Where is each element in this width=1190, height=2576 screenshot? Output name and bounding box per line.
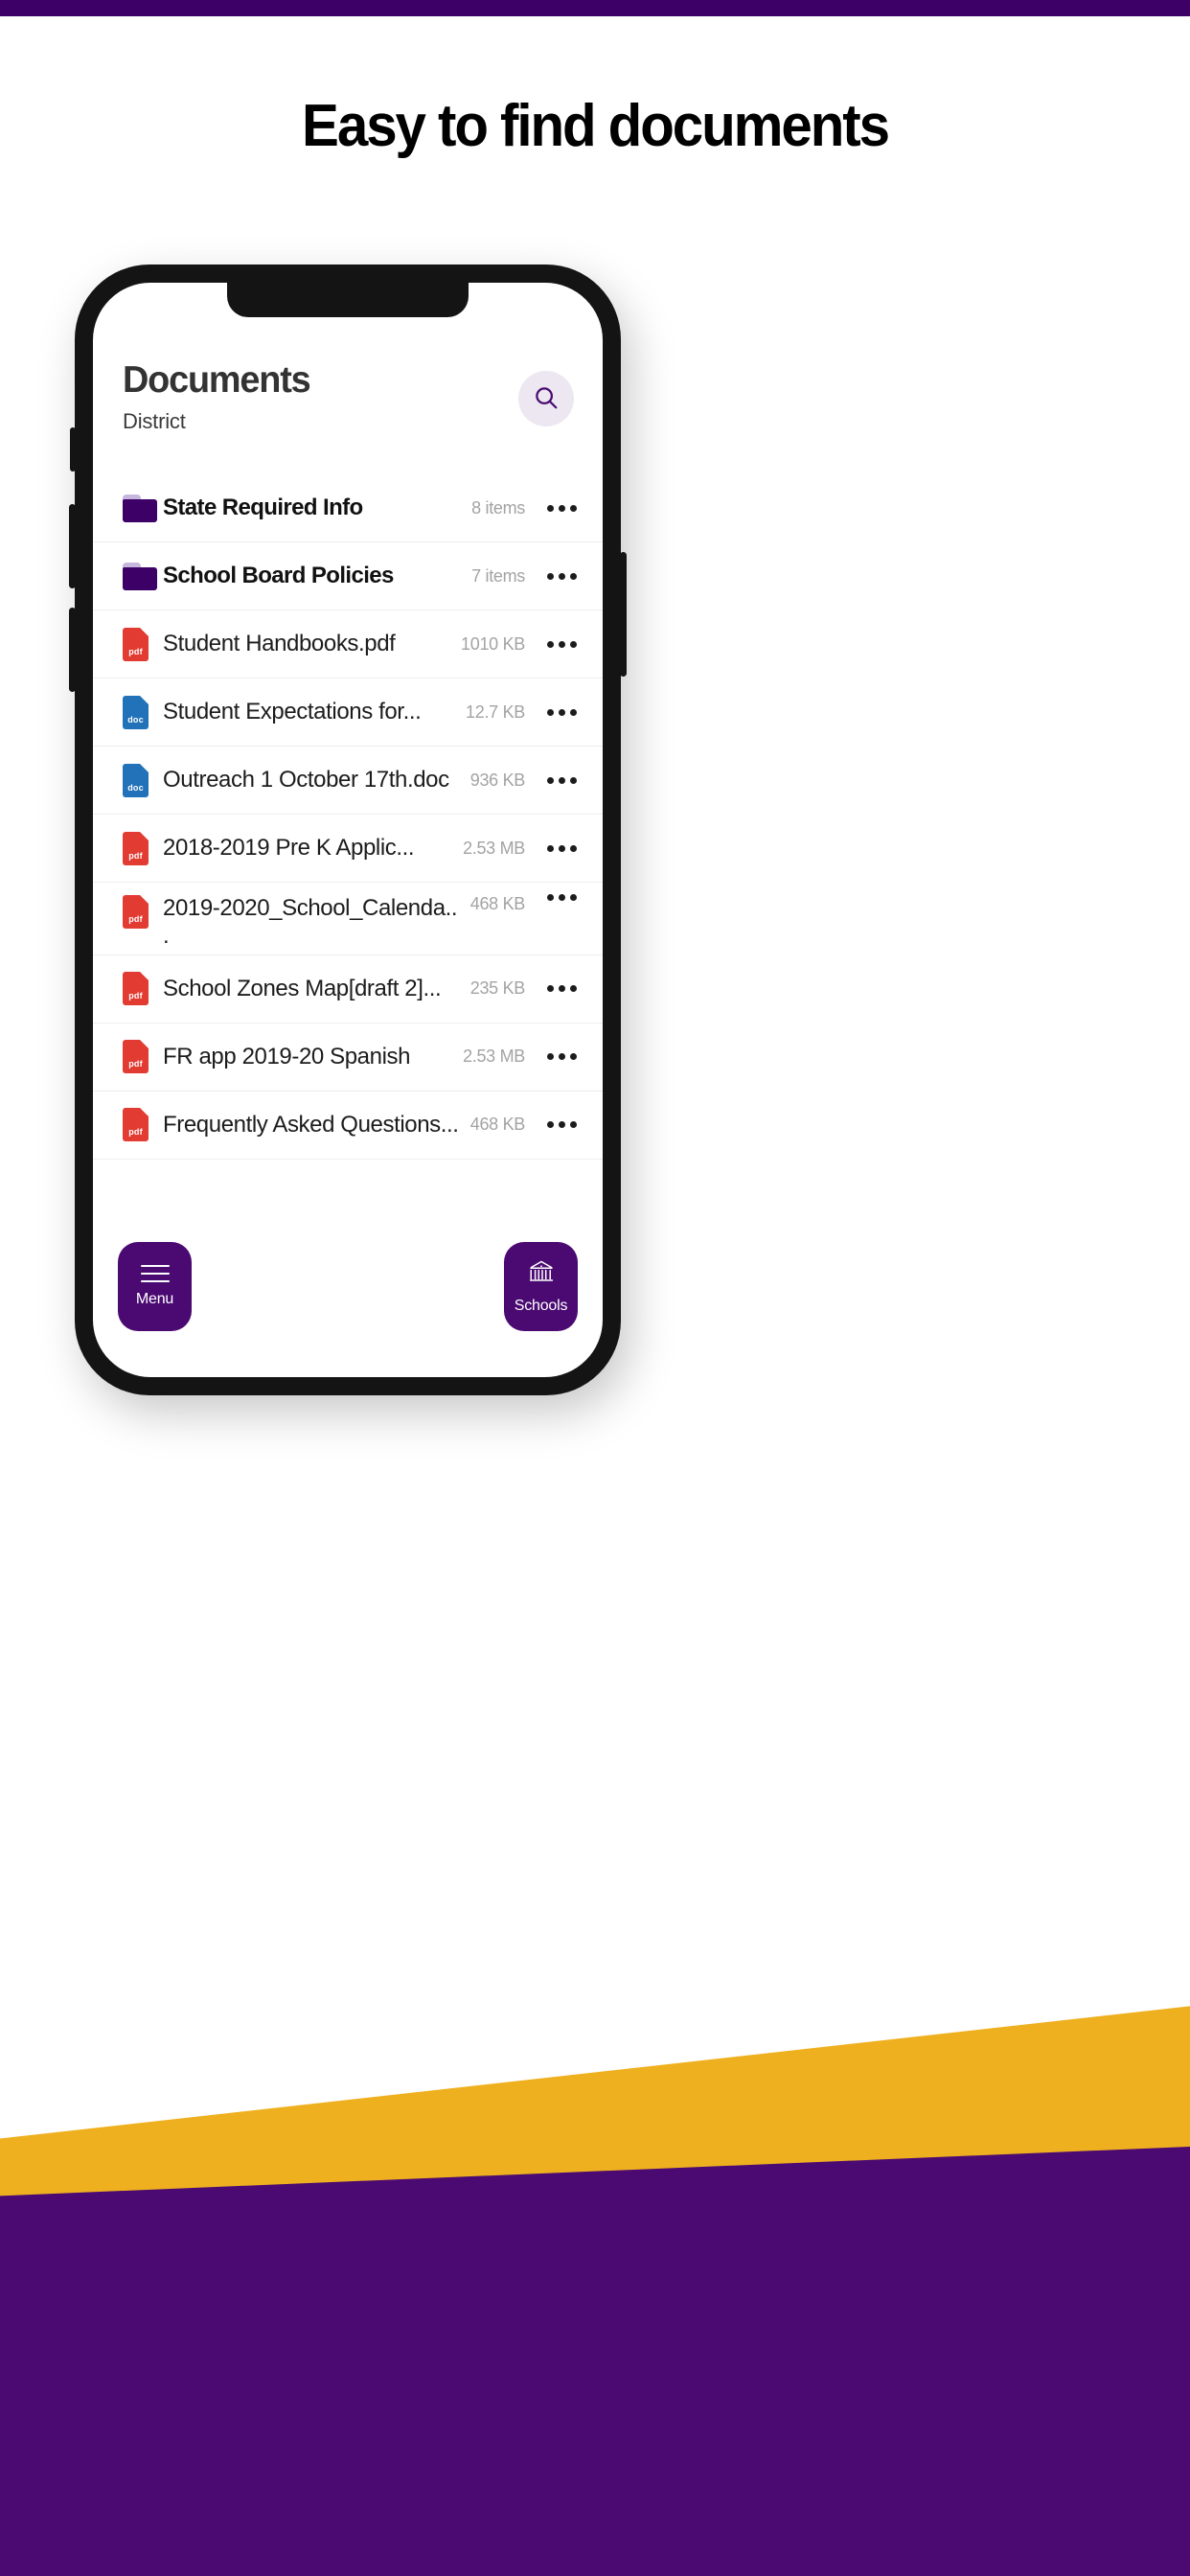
file-name: Student Handbooks.pdf	[163, 631, 396, 657]
row-content: School Board Policies 7 items	[123, 542, 577, 610]
file-size: 468 KB	[469, 894, 526, 913]
phone-screen: Documents District State Required Info 8 …	[93, 283, 603, 1377]
file-row[interactable]: pdf Frequently Asked Questions... 468 KB	[93, 1092, 603, 1160]
phone-mockup: Documents District State Required Info 8 …	[69, 264, 627, 1395]
documents-list[interactable]: State Required Info 8 items School Board P…	[93, 474, 603, 1160]
menu-button[interactable]: Menu	[118, 1242, 192, 1331]
folder-name: State Required Info	[163, 494, 363, 521]
row-content: doc Student Expectations for... 12.7 KB	[123, 678, 577, 746]
row-icon-slot	[123, 562, 163, 590]
more-options-icon[interactable]	[538, 708, 577, 716]
schools-button[interactable]: Schools	[504, 1242, 578, 1331]
pdf-file-icon: pdf	[123, 895, 149, 929]
power-button	[620, 552, 627, 677]
file-name: Outreach 1 October 17th.doc	[163, 767, 449, 794]
header-titles: Documents District	[123, 357, 316, 434]
file-row[interactable]: pdf FR app 2019-20 Spanish 2.53 MB	[93, 1024, 603, 1092]
row-icon-slot: pdf	[123, 894, 163, 929]
doc-file-icon: doc	[123, 763, 149, 797]
search-button[interactable]	[518, 371, 574, 426]
row-content: pdf 2018-2019 Pre K Applic... 2.53 MB	[123, 815, 577, 882]
file-size: 2.53 MB	[463, 1046, 525, 1067]
pdf-file-icon: pdf	[123, 1040, 149, 1074]
phone-notch	[227, 283, 469, 317]
row-icon-slot: pdf	[123, 972, 163, 1006]
file-name: Frequently Asked Questions...	[163, 1111, 459, 1138]
file-row[interactable]: pdf School Zones Map[draft 2]... 235 KB	[93, 955, 603, 1024]
file-row[interactable]: pdf 2018-2019 Pre K Applic... 2.53 MB	[93, 815, 603, 883]
file-size: 1010 KB	[461, 633, 525, 654]
row-content: doc Outreach 1 October 17th.doc 936 KB	[123, 747, 577, 814]
hamburger-menu-icon	[140, 1265, 170, 1282]
folder-row[interactable]: School Board Policies 7 items	[93, 542, 603, 610]
pdf-file-icon: pdf	[123, 1108, 149, 1142]
folder-icon	[123, 562, 157, 590]
row-content: pdf FR app 2019-20 Spanish 2.53 MB	[123, 1024, 577, 1091]
row-icon-slot: pdf	[123, 627, 163, 661]
file-size: 12.7 KB	[466, 702, 525, 722]
background-purple-shape	[0, 2126, 1190, 2576]
more-options-icon[interactable]	[538, 1121, 577, 1129]
row-content: pdf Frequently Asked Questions... 468 KB	[123, 1092, 577, 1159]
more-options-icon[interactable]	[538, 776, 577, 784]
documents-app: Documents District State Required Info 8 …	[93, 283, 603, 1377]
row-icon-slot: doc	[123, 763, 163, 797]
file-row[interactable]: pdf 2019-2020_School_Calenda... 468 KB	[93, 883, 603, 955]
file-name: 2019-2020_School_Calenda...	[163, 895, 458, 950]
more-options-icon[interactable]	[538, 894, 577, 901]
file-size: 2.53 MB	[463, 838, 525, 858]
file-name: 2018-2019 Pre K Applic...	[163, 835, 415, 862]
volume-up-button	[69, 504, 76, 588]
file-size: 468 KB	[469, 1115, 526, 1135]
item-count: 7 items	[471, 565, 525, 586]
volume-down-button	[69, 608, 76, 692]
page-title: Documents	[123, 359, 311, 401]
file-size: 936 KB	[469, 770, 526, 790]
file-row[interactable]: pdf Student Handbooks.pdf 1010 KB	[93, 610, 603, 678]
folder-name: School Board Policies	[163, 563, 394, 589]
more-options-icon[interactable]	[538, 572, 577, 580]
top-accent-bar	[0, 0, 1190, 16]
row-icon-slot: pdf	[123, 1040, 163, 1074]
folder-icon	[123, 494, 157, 522]
pdf-file-icon: pdf	[123, 972, 149, 1006]
more-options-icon[interactable]	[538, 504, 577, 512]
pdf-file-icon: pdf	[123, 831, 149, 865]
row-icon-slot: pdf	[123, 1108, 163, 1142]
item-count: 8 items	[471, 497, 525, 518]
file-name: Student Expectations for...	[163, 699, 422, 725]
more-options-icon[interactable]	[538, 1053, 577, 1061]
row-content: pdf 2019-2020_School_Calenda... 468 KB	[123, 883, 577, 954]
file-name-overflow: .	[163, 923, 170, 950]
pdf-file-icon: pdf	[123, 627, 149, 661]
bottom-navigation: Menu Schools	[93, 1242, 603, 1331]
doc-file-icon: doc	[123, 695, 149, 729]
page-subtitle: District	[123, 409, 186, 433]
schools-button-label: Schools	[514, 1297, 568, 1314]
row-content: pdf Student Handbooks.pdf 1010 KB	[123, 610, 577, 678]
row-icon-slot: pdf	[123, 831, 163, 865]
row-icon-slot: doc	[123, 695, 163, 729]
school-building-icon	[527, 1259, 556, 1289]
file-row[interactable]: doc Student Expectations for... 12.7 KB	[93, 678, 603, 747]
more-options-icon[interactable]	[538, 844, 577, 852]
more-options-icon[interactable]	[538, 985, 577, 993]
menu-button-label: Menu	[135, 1291, 174, 1307]
row-content: pdf School Zones Map[draft 2]... 235 KB	[123, 955, 577, 1023]
more-options-icon[interactable]	[538, 640, 577, 648]
file-name: FR app 2019-20 Spanish	[163, 1043, 411, 1070]
mute-switch	[70, 427, 76, 472]
search-icon	[532, 383, 561, 415]
file-name: School Zones Map[draft 2]...	[163, 975, 442, 1001]
promo-headline: Easy to find documents	[302, 93, 890, 159]
row-icon-slot	[123, 494, 163, 522]
file-row[interactable]: doc Outreach 1 October 17th.doc 936 KB	[93, 747, 603, 815]
file-size: 235 KB	[469, 978, 526, 999]
row-content: State Required Info 8 items	[123, 474, 577, 541]
folder-row[interactable]: State Required Info 8 items	[93, 474, 603, 542]
app-header: Documents District	[93, 357, 603, 434]
